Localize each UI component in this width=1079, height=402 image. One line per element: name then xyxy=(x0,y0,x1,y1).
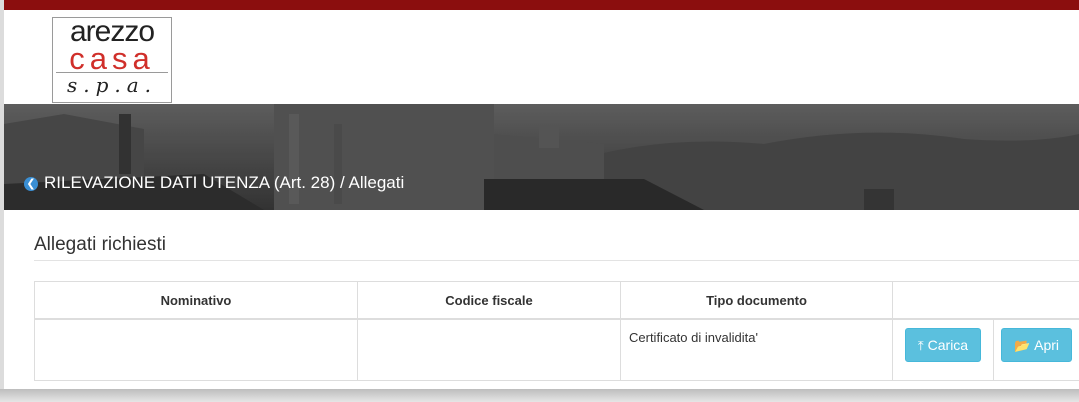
upload-circle-icon: ⤒ xyxy=(917,338,924,353)
section-title: Allegati richiesti xyxy=(34,234,166,255)
cell-codice-fiscale xyxy=(357,318,621,381)
table-row: Certificato di invalidita' ⤒ Carica 📂 Apri xyxy=(34,318,1079,381)
column-header-codice-fiscale: Codice fiscale xyxy=(357,281,621,320)
banner-background-image xyxy=(4,104,1079,210)
top-accent-bar xyxy=(4,0,1079,10)
carica-button-label: Carica xyxy=(927,337,969,353)
window-bottom-edge xyxy=(0,389,1079,402)
page-breadcrumb: ❮ RILEVAZIONE DATI UTENZA (Art. 28) / All… xyxy=(24,172,404,194)
carica-button[interactable]: ⤒ Carica xyxy=(904,328,982,362)
chevron-left-circle-icon[interactable]: ❮ xyxy=(24,177,38,191)
section-divider xyxy=(34,260,1079,261)
folder-open-icon: 📂 xyxy=(1013,338,1031,353)
arezzo-casa-logo[interactable]: arezzo casa s.p.a. xyxy=(52,17,172,103)
cell-nominativo xyxy=(34,318,358,381)
column-header-tipo-documento: Tipo documento xyxy=(620,281,893,320)
cell-carica: ⤒ Carica xyxy=(892,318,994,381)
table-header-row: Nominativo Codice fiscale Tipo documento xyxy=(34,281,1079,320)
column-header-actions xyxy=(892,281,1079,320)
column-header-nominativo: Nominativo xyxy=(34,281,358,320)
cell-tipo-documento: Certificato di invalidita' xyxy=(620,318,893,381)
logo-line-casa: casa xyxy=(69,41,155,76)
cell-apri: 📂 Apri xyxy=(993,318,1079,381)
apri-button[interactable]: 📂 Apri xyxy=(1000,328,1073,362)
apri-button-label: Apri xyxy=(1034,337,1060,353)
attachments-table: Nominativo Codice fiscale Tipo documento… xyxy=(34,281,1079,381)
breadcrumb-text: RILEVAZIONE DATI UTENZA (Art. 28) / Alle… xyxy=(44,173,405,192)
logo-line-spa: s.p.a. xyxy=(56,72,168,97)
header-banner: ❮ RILEVAZIONE DATI UTENZA (Art. 28) / All… xyxy=(4,104,1079,210)
page: arezzo casa s.p.a. ❮ RILEVAZIONE DATI UT… xyxy=(4,0,1079,389)
